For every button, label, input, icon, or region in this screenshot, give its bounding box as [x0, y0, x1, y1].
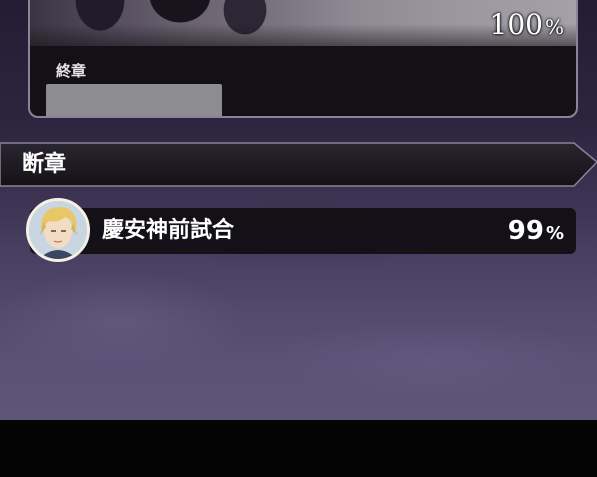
progress-value: 99: [507, 216, 544, 246]
bottom-bar: [0, 420, 597, 477]
chapter-progress-percent: 100%: [490, 10, 564, 42]
progress-unit: %: [544, 15, 564, 39]
section-banner-shape: [0, 142, 597, 187]
section-header: 断章: [0, 142, 597, 188]
chapter-item-progress: 99%: [508, 216, 564, 249]
progress-value: 100: [489, 8, 543, 41]
chapter-item-title: 慶安神前試合: [102, 218, 235, 243]
character-avatar-icon: [26, 198, 90, 262]
progress-unit: %: [545, 223, 564, 244]
chapter-label: 終章: [56, 62, 87, 80]
chapter-card-final[interactable]: 100% 終章: [28, 0, 578, 118]
chapter-item[interactable]: 慶安神前試合 99%: [30, 208, 576, 254]
redacted-title-block: [46, 84, 222, 116]
section-title: 断章: [22, 152, 67, 177]
avatar-portrait: [29, 201, 87, 259]
